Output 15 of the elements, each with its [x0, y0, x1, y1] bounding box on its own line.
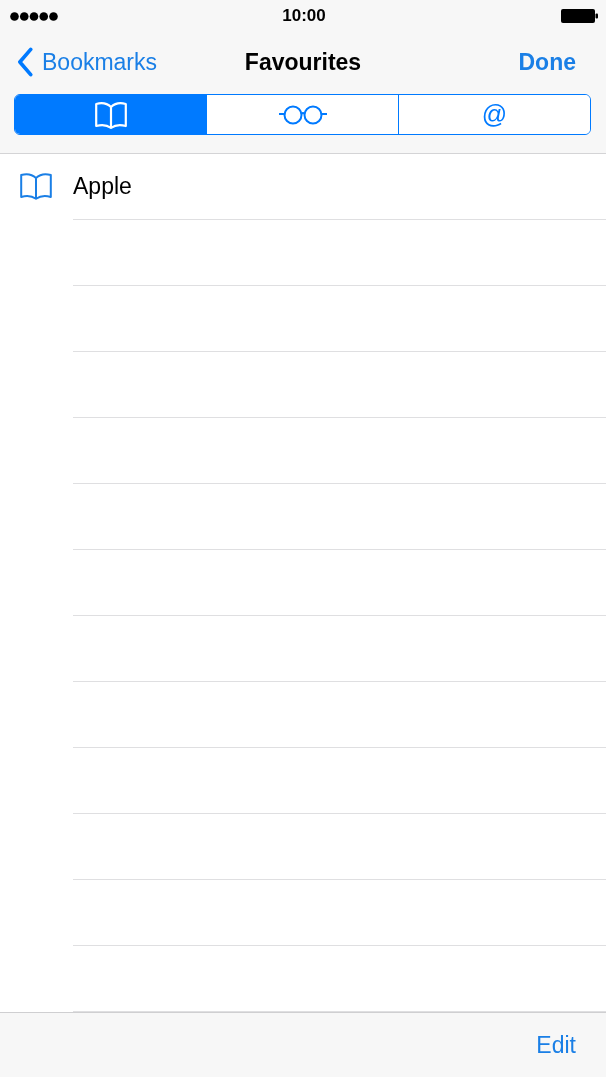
edit-button[interactable]: Edit [536, 1031, 576, 1059]
chevron-left-icon [17, 47, 33, 77]
signal-strength-icon [10, 11, 58, 21]
segment-tab[interactable] [206, 95, 398, 134]
back-button[interactable]: Bookmarks [17, 47, 158, 77]
glasses-icon [278, 104, 327, 125]
nav-title: Favourites [244, 48, 362, 76]
segment-tab[interactable] [15, 95, 206, 134]
bookmark-item[interactable]: Apple [0, 154, 606, 220]
done-button[interactable]: Done [518, 48, 576, 76]
status-time: 10:00 [282, 6, 326, 26]
battery-icon [561, 9, 598, 23]
segment-tab[interactable]: @ [398, 95, 590, 134]
book-icon [94, 100, 127, 129]
book-icon [20, 172, 52, 200]
